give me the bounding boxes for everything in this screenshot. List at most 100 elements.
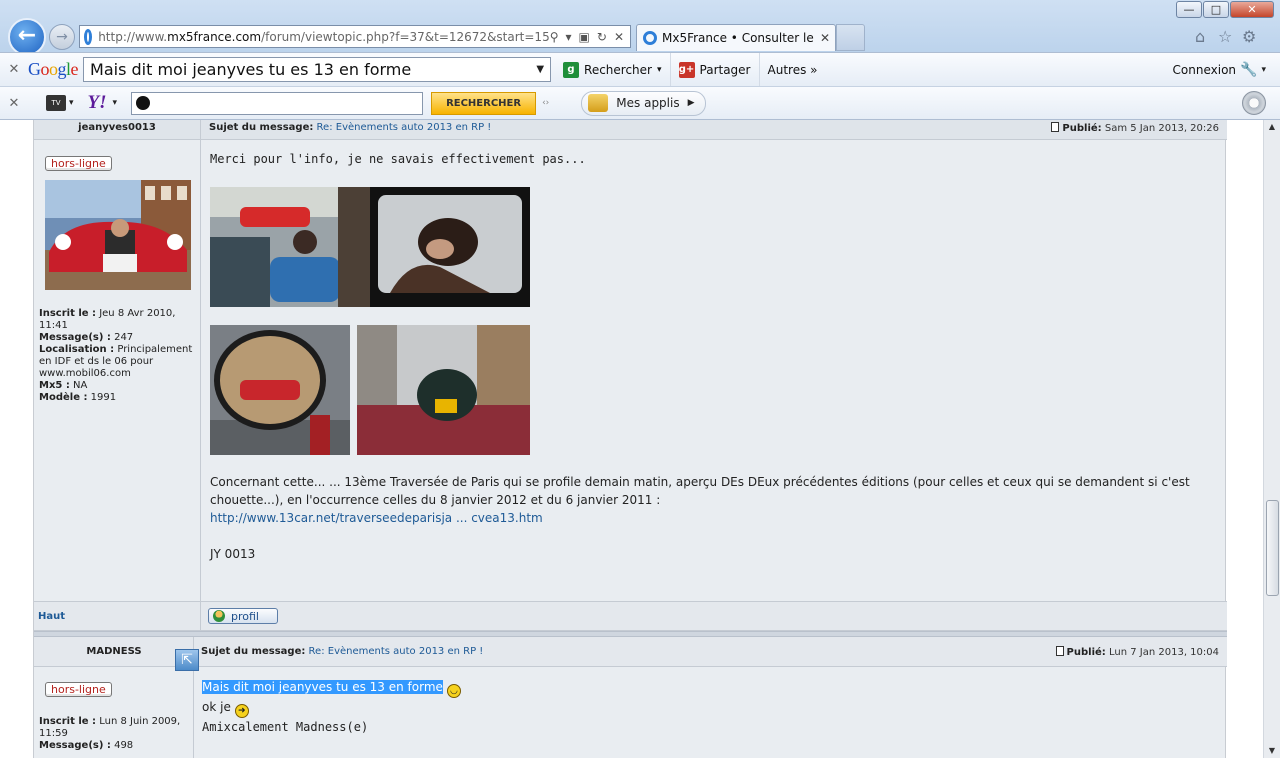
post-doc-icon [1055,646,1064,656]
google-query-text: Mais dit moi jeanyves tu es 13 en forme [90,60,412,79]
post-subject: Sujet du message: Re: Evènements auto 20… [209,122,492,133]
dropdown-icon[interactable]: ▾ [566,30,572,44]
google-logo: Google [28,59,79,79]
user-icon [213,610,225,622]
post-header: MADNESS Sujet du message: Re: Evènements… [34,637,1227,667]
ie-tab-icon [643,31,657,45]
wrench-dropdown-icon[interactable]: ▾ [1261,65,1266,75]
yahoo-search-button[interactable]: RECHERCHER [431,91,537,115]
post-photo[interactable] [357,325,530,455]
settings-gear-icon[interactable] [1242,91,1266,115]
yahoo-search-input[interactable] [131,91,424,115]
photo-street-car [210,187,370,307]
post-footer: Haut profil [34,601,1227,631]
tab-mx5france[interactable]: Mx5France • Consulter le su... ✕ [636,24,836,51]
login-link[interactable]: Connexion [1173,63,1237,77]
compat-view-icon[interactable]: ▣ [579,30,590,44]
scroll-thumb[interactable] [1266,500,1279,596]
address-tools: ⚲ ▾ ▣ ↻ ✕ [550,30,630,44]
forward-arrow-icon[interactable]: → [49,24,75,50]
favorites-star-icon[interactable]: ☆ [1218,27,1232,46]
address-bar[interactable]: http://www.mx5france.com/forum/viewtopic… [79,25,631,48]
chevron-right-icon: ▶ [687,98,695,108]
selected-text[interactable]: Mais dit moi jeanyves tu es 13 en forme [202,680,443,694]
post-photo[interactable] [210,187,370,307]
stop-icon[interactable]: ✕ [614,30,624,44]
google-plus-icon: g+ [678,61,695,78]
browser-titlebar: — □ ✕ ← → http://www.mx5france.com/forum… [0,0,1280,56]
avatar[interactable] [45,180,191,290]
my-apps-label: Mes applis [616,96,680,110]
post-body-line: ok je ➜ [202,698,461,718]
tools-gear-icon[interactable]: ⚙ [1242,27,1256,46]
expand-arrow-icon[interactable]: ⇱ [175,649,199,671]
subject-link[interactable]: Re: Evènements auto 2013 en RP ! [309,646,484,657]
vertical-scrollbar[interactable]: ▲ ▼ [1263,120,1280,758]
column-divider [200,602,201,631]
url-domain: mx5france.com [167,29,262,44]
address-url[interactable]: http://www.mx5france.com/forum/viewtopic… [98,30,550,44]
resize-handle-icon[interactable]: ‹› [542,98,549,108]
scroll-down-icon[interactable]: ▼ [1264,744,1280,758]
yahoo-toolbar: ✕ TV ▾ Y! ▾ RECHERCHER ‹› Mes applis ▶ [0,87,1280,120]
search-icon[interactable]: ⚲ [550,30,559,44]
post-signature: Amixcalement Madness(e) [202,720,369,734]
post-intro: Merci pour l'info, je ne savais effectiv… [210,152,586,166]
maximize-button[interactable]: □ [1203,1,1229,18]
post-link[interactable]: http://www.13car.net/traverseedeparisja … [210,511,543,525]
post-author[interactable]: MADNESS [34,646,194,657]
tv-icon[interactable]: TV [46,95,66,111]
google-search-icon: g [563,61,580,78]
post-body-line: Concernant cette... ... 13ème Traversée … [210,475,1190,489]
my-apps-button[interactable]: Mes applis ▶ [581,90,706,116]
back-to-top-link[interactable]: Haut [38,611,65,622]
close-toolbar-icon[interactable]: ✕ [0,62,28,77]
post-date: Publié: Lun 7 Jan 2013, 10:04 [1055,646,1219,658]
refresh-icon[interactable]: ↻ [597,30,607,44]
post-photo[interactable] [210,325,350,455]
apps-icon [588,94,609,112]
google-search-input[interactable]: Mais dit moi jeanyves tu es 13 en forme … [83,57,552,82]
tab-label: Mx5France • Consulter le su... [662,31,815,45]
page-viewport: jeanyves0013 Sujet du message: Re: Evène… [0,120,1280,758]
yahoo-logo[interactable]: Y! [88,92,107,114]
post-subject: Sujet du message: Re: Evènements auto 20… [201,646,484,657]
dropdown-arrow-icon: ▾ [656,64,662,75]
back-arrow-icon[interactable]: ← [8,18,46,56]
minimize-button[interactable]: — [1176,1,1202,18]
dropdown-arrow-icon[interactable]: ▼ [536,64,544,75]
photo-street-view [357,325,530,455]
status-badge: hors-ligne [45,156,112,171]
avatar-photo [45,180,191,290]
profile-row: Message(s) : 247 [39,332,134,343]
arrow-smiley-icon: ➜ [234,704,249,718]
home-icon[interactable]: ⌂ [1195,27,1205,46]
scroll-up-icon[interactable]: ▲ [1264,120,1280,134]
profile-row: Modèle : 1991 [39,392,117,403]
close-window-button[interactable]: ✕ [1230,1,1274,18]
post-doc-icon [1051,122,1060,132]
url-prefix: http://www. [98,29,168,44]
wrench-icon[interactable]: 🔧 [1240,62,1257,78]
google-toolbar: ✕ Google Mais dit moi jeanyves tu es 13 … [0,52,1280,87]
close-toolbar-icon[interactable]: ✕ [0,96,28,111]
post-photo[interactable] [370,187,530,307]
profile-info: Inscrit le : Lun 8 Juin 2009, 11:59 Mess… [39,716,189,752]
url-path: /forum/viewtopic.php?f=37&t=12672&start=… [261,29,550,44]
dropdown-arrow-icon[interactable]: ▾ [69,98,74,108]
google-search-button[interactable]: g Rechercher ▾ [555,53,671,86]
profile-button[interactable]: profil [208,608,278,624]
post-signature: JY 0013 [210,547,256,561]
column-divider [200,120,201,601]
subject-link[interactable]: Re: Evènements auto 2013 en RP ! [317,122,492,133]
share-button[interactable]: g+ Partager [671,53,760,86]
tab-close-icon[interactable]: ✕ [820,31,835,45]
new-tab-button[interactable] [836,24,865,51]
profile-row: Inscrit le : Jeu 8 Avr 2010, 11:41 [39,308,176,331]
dropdown-arrow-icon[interactable]: ▾ [113,98,118,108]
search-icon [136,96,151,110]
more-button[interactable]: Autres » [760,53,826,86]
post-author[interactable]: jeanyves0013 [34,122,200,133]
profile-row: Localisation : Principalement en IDF et … [39,344,193,379]
profile-row: Message(s) : 498 [39,740,134,751]
